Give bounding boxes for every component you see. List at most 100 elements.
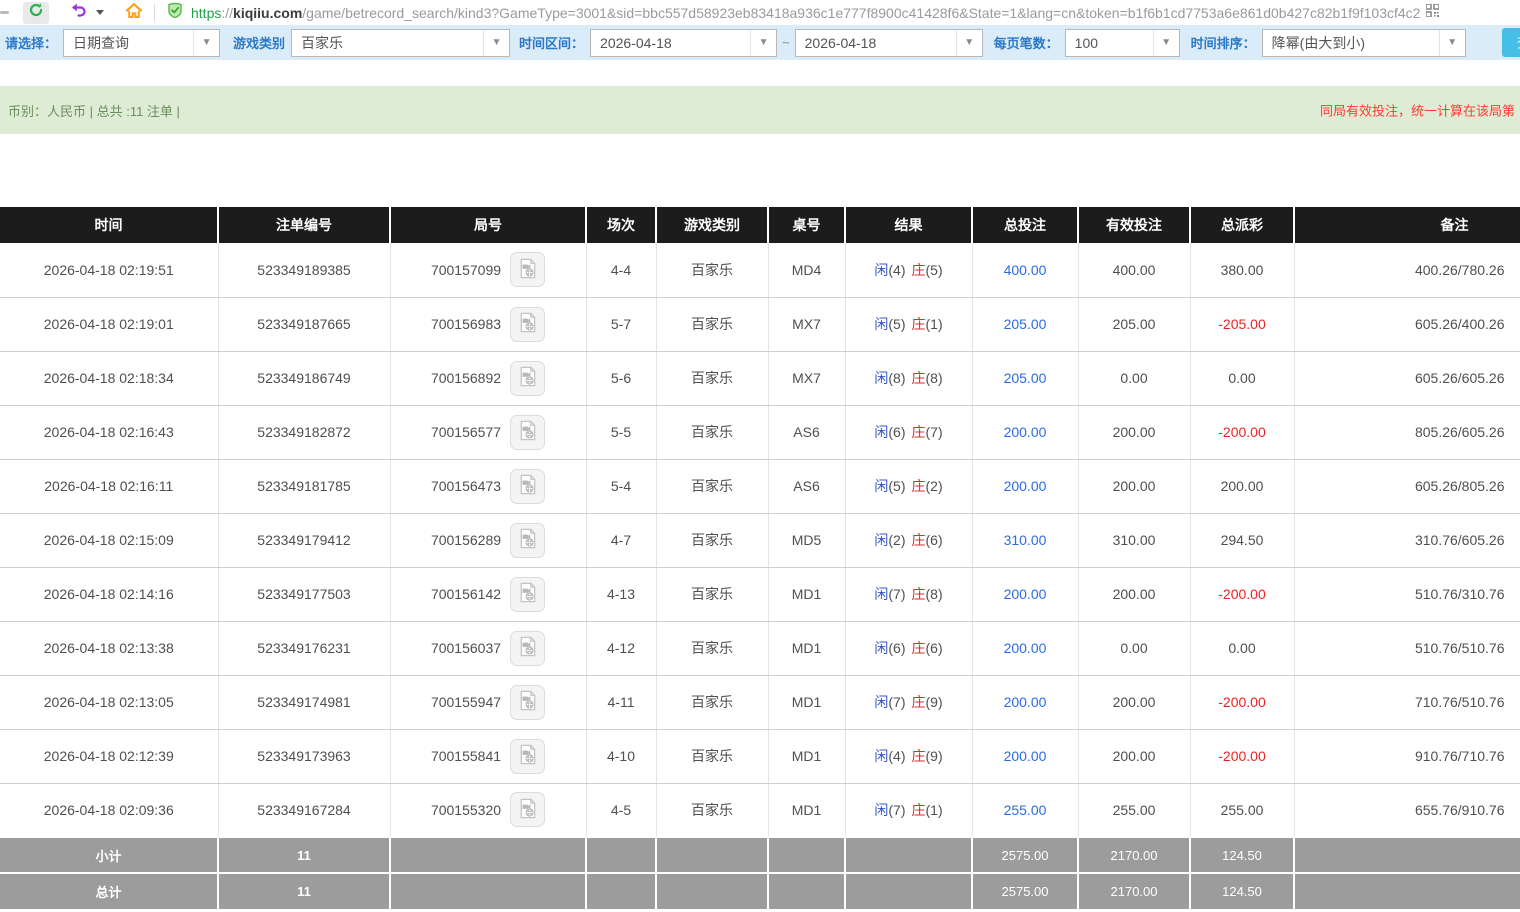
result-player-label: 闲 — [874, 370, 888, 386]
home-button[interactable] — [120, 2, 148, 24]
filter-bar: 请选择： 日期查询 ▼ 游戏类别 百家乐 ▼ 时间区间： 2026-04-18 … — [0, 25, 1520, 60]
bet-record-table: 时间 注单编号 局号 场次 游戏类别 桌号 结果 总投注 有效投注 总派彩 备注… — [0, 207, 1520, 909]
video-replay-button[interactable] — [510, 361, 545, 396]
cell-round-id: 700157099 — [390, 243, 586, 297]
summary-bar: 币别：人民币 | 总共 :11 注单 | 同局有效投注，统一计算在该局第 — [0, 86, 1520, 134]
round-id-text: 700155947 — [431, 694, 501, 710]
cell-valid-bet: 0.00 — [1078, 621, 1190, 675]
result-banker-value: (8) — [926, 370, 943, 386]
result-banker-label: 庄 — [912, 802, 926, 818]
cell-game-type: 百家乐 — [656, 783, 768, 837]
col-table-no: 桌号 — [768, 207, 845, 243]
video-replay-button[interactable] — [510, 252, 545, 287]
cell-remark: 910.76/710.76 — [1294, 729, 1520, 783]
video-replay-button[interactable] — [510, 415, 545, 450]
video-file-icon — [516, 257, 539, 283]
table-header: 时间 注单编号 局号 场次 游戏类别 桌号 结果 总投注 有效投注 总派彩 备注 — [0, 207, 1520, 243]
sort-select[interactable]: 降幂(由大到小) ▼ — [1262, 29, 1466, 57]
round-id-text: 700156892 — [431, 370, 501, 386]
video-replay-button[interactable] — [510, 631, 545, 666]
video-replay-button[interactable] — [510, 307, 545, 342]
cell-game-type: 百家乐 — [656, 621, 768, 675]
chevron-down-icon: ▼ — [956, 30, 982, 56]
browser-toolbar: https://kiqiiu.com/game/betrecord_search… — [0, 0, 1520, 25]
search-button[interactable]: 查询 — [1502, 28, 1520, 57]
game-type-select[interactable]: 百家乐 ▼ — [291, 29, 510, 57]
result-banker-label: 庄 — [912, 640, 926, 656]
cell-round-id: 700156037 — [390, 621, 586, 675]
cell-game-type: 百家乐 — [656, 459, 768, 513]
cell-remark: 510.76/310.76 — [1294, 567, 1520, 621]
cell-payout: -205.00 — [1190, 297, 1294, 351]
cell-table-no: MX7 — [768, 297, 845, 351]
cell-valid-bet: 200.00 — [1078, 567, 1190, 621]
col-result: 结果 — [845, 207, 972, 243]
cell-total-bet: 200.00 — [972, 405, 1078, 459]
video-file-icon — [516, 581, 539, 607]
query-type-value: 日期查询 — [64, 33, 193, 53]
cell-bet-id: 523349174981 — [218, 675, 390, 729]
cell-result: 闲(6)庄(7) — [845, 405, 972, 459]
chevron-down-icon: ▼ — [193, 30, 219, 56]
video-replay-button[interactable] — [510, 739, 545, 774]
table-row: 2026-04-18 02:13:38 523349176231 7001560… — [0, 621, 1520, 675]
cell-time: 2026-04-18 02:13:38 — [0, 621, 218, 675]
table-row: 2026-04-18 02:12:39 523349173963 7001558… — [0, 729, 1520, 783]
result-player-value: (5) — [888, 478, 905, 494]
cell-time: 2026-04-18 02:09:36 — [0, 783, 218, 837]
summary-text: 币别：人民币 | 总共 :11 注单 | — [0, 101, 180, 120]
cell-result: 闲(7)庄(1) — [845, 783, 972, 837]
cell-table-no: MD4 — [768, 243, 845, 297]
cell-bet-id: 523349173963 — [218, 729, 390, 783]
cell-session: 4-12 — [586, 621, 656, 675]
page-size-select[interactable]: 100 ▼ — [1065, 29, 1180, 57]
video-file-icon — [516, 527, 539, 553]
cell-total-bet: 310.00 — [972, 513, 1078, 567]
cell-bet-id: 523349181785 — [218, 459, 390, 513]
cell-payout: 294.50 — [1190, 513, 1294, 567]
cell-game-type: 百家乐 — [656, 243, 768, 297]
spacer — [0, 134, 1520, 207]
video-replay-button[interactable] — [510, 469, 545, 504]
undo-button[interactable] — [65, 2, 92, 24]
chevron-down-icon: ▼ — [750, 30, 776, 56]
query-type-select[interactable]: 日期查询 ▼ — [63, 29, 220, 57]
video-replay-button[interactable] — [510, 792, 545, 827]
result-banker-label: 庄 — [912, 748, 926, 764]
video-replay-button[interactable] — [510, 685, 545, 720]
result-player-label: 闲 — [874, 586, 888, 602]
url-host: kiqiiu.com — [233, 5, 302, 21]
result-player-value: (2) — [888, 532, 905, 548]
total-valid-bet: 2170.00 — [1078, 873, 1190, 909]
cell-valid-bet: 200.00 — [1078, 459, 1190, 513]
cell-bet-id: 523349187665 — [218, 297, 390, 351]
cell-result: 闲(8)庄(8) — [845, 351, 972, 405]
result-banker-value: (5) — [926, 262, 943, 278]
qr-code-icon[interactable] — [1426, 4, 1439, 22]
cell-total-bet: 255.00 — [972, 783, 1078, 837]
address-bar[interactable]: https://kiqiiu.com/game/betrecord_search… — [167, 2, 1520, 24]
cell-table-no: MD1 — [768, 675, 845, 729]
refresh-button[interactable] — [23, 2, 49, 24]
cell-payout: 200.00 — [1190, 459, 1294, 513]
cell-session: 4-4 — [586, 243, 656, 297]
cell-round-id: 700156142 — [390, 567, 586, 621]
result-player-label: 闲 — [874, 694, 888, 710]
back-arrow-fragment-icon — [0, 11, 9, 14]
result-player-value: (6) — [888, 640, 905, 656]
date-from-select[interactable]: 2026-04-18 ▼ — [590, 29, 777, 57]
video-file-icon — [516, 635, 539, 661]
cell-bet-id: 523349182872 — [218, 405, 390, 459]
date-to-select[interactable]: 2026-04-18 ▼ — [795, 29, 983, 57]
table-row: 2026-04-18 02:16:43 523349182872 7001565… — [0, 405, 1520, 459]
video-replay-button[interactable] — [510, 523, 545, 558]
sort-value: 降幂(由大到小) — [1263, 33, 1439, 53]
undo-dropdown-caret-icon[interactable] — [96, 10, 104, 15]
video-replay-button[interactable] — [510, 577, 545, 612]
cell-bet-id: 523349186749 — [218, 351, 390, 405]
cell-session: 4-11 — [586, 675, 656, 729]
result-banker-value: (9) — [926, 748, 943, 764]
round-id-text: 700156983 — [431, 316, 501, 332]
result-banker-value: (1) — [926, 802, 943, 818]
subtotal-row: 小计 11 2575.00 2170.00 124.50 — [0, 837, 1520, 873]
